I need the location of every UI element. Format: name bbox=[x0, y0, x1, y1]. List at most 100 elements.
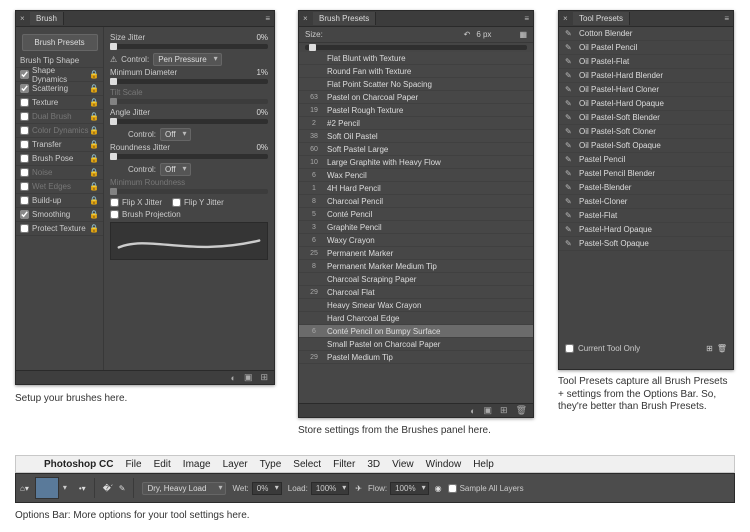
brush-preset-item[interactable]: 63Pastel on Charcoal Paper bbox=[299, 91, 533, 104]
brush-picker-icon[interactable]: •▾ bbox=[79, 484, 86, 493]
reset-icon[interactable]: ↶ bbox=[464, 30, 471, 39]
new-icon[interactable]: ⊞ bbox=[260, 372, 268, 383]
menu-3d[interactable]: 3D bbox=[361, 459, 386, 470]
brush-group-transfer[interactable]: Transfer🔒 bbox=[16, 138, 103, 152]
tool-preset-list[interactable]: ✎Cotton Blender✎Oil Pastel Pencil ✎Oil Pa… bbox=[559, 27, 733, 342]
brush-preset-item[interactable]: 60Soft Pastel Large bbox=[299, 143, 533, 156]
lock-icon[interactable]: 🔒 bbox=[89, 140, 99, 149]
tool-preset-item[interactable]: ✎Pastel Pencil bbox=[559, 153, 733, 167]
pressure-icon[interactable]: ◉ bbox=[435, 484, 442, 493]
brush-preset-item[interactable]: 8Charcoal Pencil bbox=[299, 195, 533, 208]
tool-preset-item[interactable]: ✎Pastel Pencil Blender bbox=[559, 167, 733, 181]
brush-preset-item[interactable]: 8Permanent Marker Medium Tip bbox=[299, 260, 533, 273]
tool-preset-item[interactable]: ✎Pastel-Hard Opaque bbox=[559, 223, 733, 237]
new-doc-icon[interactable]: ▣ bbox=[484, 405, 493, 416]
brush-preset-item[interactable]: Flat Blunt with Texture bbox=[299, 52, 533, 65]
airbrush-icon[interactable]: ✈ bbox=[355, 484, 362, 493]
presets-panel-title[interactable]: Brush Presets bbox=[313, 12, 376, 25]
tool-preset-item[interactable]: ✎Oil Pastel-Hard Opaque bbox=[559, 97, 733, 111]
flow-value[interactable]: 100% bbox=[390, 482, 428, 495]
angle-jitter-value[interactable]: 0% bbox=[256, 108, 268, 117]
menu-filter[interactable]: Filter bbox=[327, 459, 361, 470]
brush-group-scattering[interactable]: Scattering🔒 bbox=[16, 82, 103, 96]
size-jitter-slider[interactable] bbox=[110, 44, 268, 49]
brush-preset-item[interactable]: 25Permanent Marker bbox=[299, 247, 533, 260]
brush-preset-item[interactable]: Charcoal Scraping Paper bbox=[299, 273, 533, 286]
blend-mode-dropdown[interactable]: Dry, Heavy Load bbox=[142, 482, 226, 495]
size-value[interactable]: 6 px bbox=[476, 30, 491, 39]
close-icon[interactable]: × bbox=[563, 14, 573, 23]
lock-icon[interactable]: 🔒 bbox=[89, 210, 99, 219]
brush-preset-item[interactable]: 6Conté Pencil on Bumpy Surface bbox=[299, 325, 533, 338]
control-pen-pressure-dropdown[interactable]: Pen Pressure bbox=[153, 53, 221, 66]
roundness-jitter-slider[interactable] bbox=[110, 154, 268, 159]
app-name[interactable]: Photoshop CC bbox=[38, 459, 119, 470]
brush-panel-icon[interactable]: �՛ bbox=[103, 484, 113, 493]
brush-group-texture[interactable]: Texture🔒 bbox=[16, 96, 103, 110]
tool-preset-item[interactable]: ✎Pastel-Blender bbox=[559, 181, 733, 195]
lock-icon[interactable]: 🔒 bbox=[89, 182, 99, 191]
brush-preset-item[interactable]: Heavy Smear Wax Crayon bbox=[299, 299, 533, 312]
brush-group-color-dynamics[interactable]: Color Dynamics🔒 bbox=[16, 124, 103, 138]
brush-group-dual-brush[interactable]: Dual Brush🔒 bbox=[16, 110, 103, 124]
menu-window[interactable]: Window bbox=[420, 459, 468, 470]
lock-icon[interactable]: 🔒 bbox=[89, 168, 99, 177]
close-icon[interactable]: × bbox=[303, 14, 313, 23]
brush-group-build-up[interactable]: Build-up🔒 bbox=[16, 194, 103, 208]
lock-icon[interactable]: 🔒 bbox=[89, 70, 99, 79]
tool-panel-title[interactable]: Tool Presets bbox=[573, 12, 630, 25]
trash-icon[interactable]: 🗑 bbox=[717, 344, 727, 353]
lock-icon[interactable]: 🔒 bbox=[89, 84, 99, 93]
lock-icon[interactable]: 🔒 bbox=[89, 98, 99, 107]
flip-y-checkbox[interactable]: Flip Y Jitter bbox=[172, 198, 224, 207]
brush-preset-item[interactable]: 29Charcoal Flat bbox=[299, 286, 533, 299]
new-icon[interactable]: ⊞ bbox=[500, 405, 508, 416]
panel-menu-icon[interactable]: ≡ bbox=[265, 14, 270, 23]
brush-preset-item[interactable]: Flat Point Scatter No Spacing bbox=[299, 78, 533, 91]
toggle-icon[interactable]: ◐ bbox=[231, 373, 236, 383]
tool-preset-item[interactable]: ✎Oil Pastel Pencil bbox=[559, 41, 733, 55]
lock-icon[interactable]: 🔒 bbox=[89, 224, 99, 233]
wet-value[interactable]: 0% bbox=[252, 482, 282, 495]
brush-preset-list[interactable]: Flat Blunt with TextureRound Fan with Te… bbox=[299, 52, 533, 403]
mixer-panel-icon[interactable]: ✎ bbox=[119, 484, 126, 493]
size-jitter-value[interactable]: 0% bbox=[256, 33, 268, 42]
brush-preset-item[interactable]: 29Pastel Medium Tip bbox=[299, 351, 533, 364]
tool-preset-item[interactable]: ✎Oil Pastel-Soft Opaque bbox=[559, 139, 733, 153]
tool-preset-item[interactable]: ✎Pastel-Cloner bbox=[559, 195, 733, 209]
menu-type[interactable]: Type bbox=[254, 459, 288, 470]
brush-preset-item[interactable]: 2#2 Pencil bbox=[299, 117, 533, 130]
brush-preset-item[interactable]: 6Wax Pencil bbox=[299, 169, 533, 182]
brush-presets-button[interactable]: Brush Presets bbox=[22, 34, 98, 51]
lock-icon[interactable]: 🔒 bbox=[89, 154, 99, 163]
close-icon[interactable]: × bbox=[20, 14, 30, 23]
tool-preset-item[interactable]: ✎Cotton Blender bbox=[559, 27, 733, 41]
home-icon[interactable]: ⌂▾ bbox=[20, 484, 29, 493]
min-diameter-value[interactable]: 1% bbox=[256, 68, 268, 77]
brush-group-shape-dynamics[interactable]: Shape Dynamics🔒 bbox=[16, 68, 103, 82]
tool-preset-item[interactable]: ✎Oil Pastel-Soft Blender bbox=[559, 111, 733, 125]
lock-icon[interactable]: 🔒 bbox=[89, 126, 99, 135]
brush-preset-item[interactable]: 38Soft Oil Pastel bbox=[299, 130, 533, 143]
min-diameter-slider[interactable] bbox=[110, 79, 268, 84]
tool-preset-item[interactable]: ✎Pastel-Soft Opaque bbox=[559, 237, 733, 251]
brush-panel-title[interactable]: Brush bbox=[30, 12, 64, 25]
roundness-control-dropdown[interactable]: Off bbox=[160, 163, 191, 176]
brush-preset-item[interactable]: Small Pastel on Charcoal Paper bbox=[299, 338, 533, 351]
tool-preset-item[interactable]: ✎Oil Pastel-Hard Cloner bbox=[559, 83, 733, 97]
brush-preset-item[interactable]: 10Large Graphite with Heavy Flow bbox=[299, 156, 533, 169]
brush-preset-item[interactable]: 3Graphite Pencil bbox=[299, 221, 533, 234]
new-doc-icon[interactable]: ▣ bbox=[244, 372, 253, 383]
tool-preset-item[interactable]: ✎Pastel-Flat bbox=[559, 209, 733, 223]
menu-edit[interactable]: Edit bbox=[148, 459, 177, 470]
brush-preset-item[interactable]: 6Waxy Crayon bbox=[299, 234, 533, 247]
load-value[interactable]: 100% bbox=[311, 482, 349, 495]
lock-icon[interactable]: 🔒 bbox=[89, 196, 99, 205]
tool-preset-item[interactable]: ✎Oil Pastel-Soft Cloner bbox=[559, 125, 733, 139]
size-slider[interactable] bbox=[305, 45, 527, 50]
menu-layer[interactable]: Layer bbox=[217, 459, 254, 470]
toggle-live-tip-icon[interactable]: ▦ bbox=[519, 30, 527, 39]
brush-preset-item[interactable]: 5Conté Pencil bbox=[299, 208, 533, 221]
sample-all-layers-checkbox[interactable]: Sample All Layers bbox=[448, 484, 524, 493]
brush-group-protect-texture[interactable]: Protect Texture🔒 bbox=[16, 222, 103, 236]
